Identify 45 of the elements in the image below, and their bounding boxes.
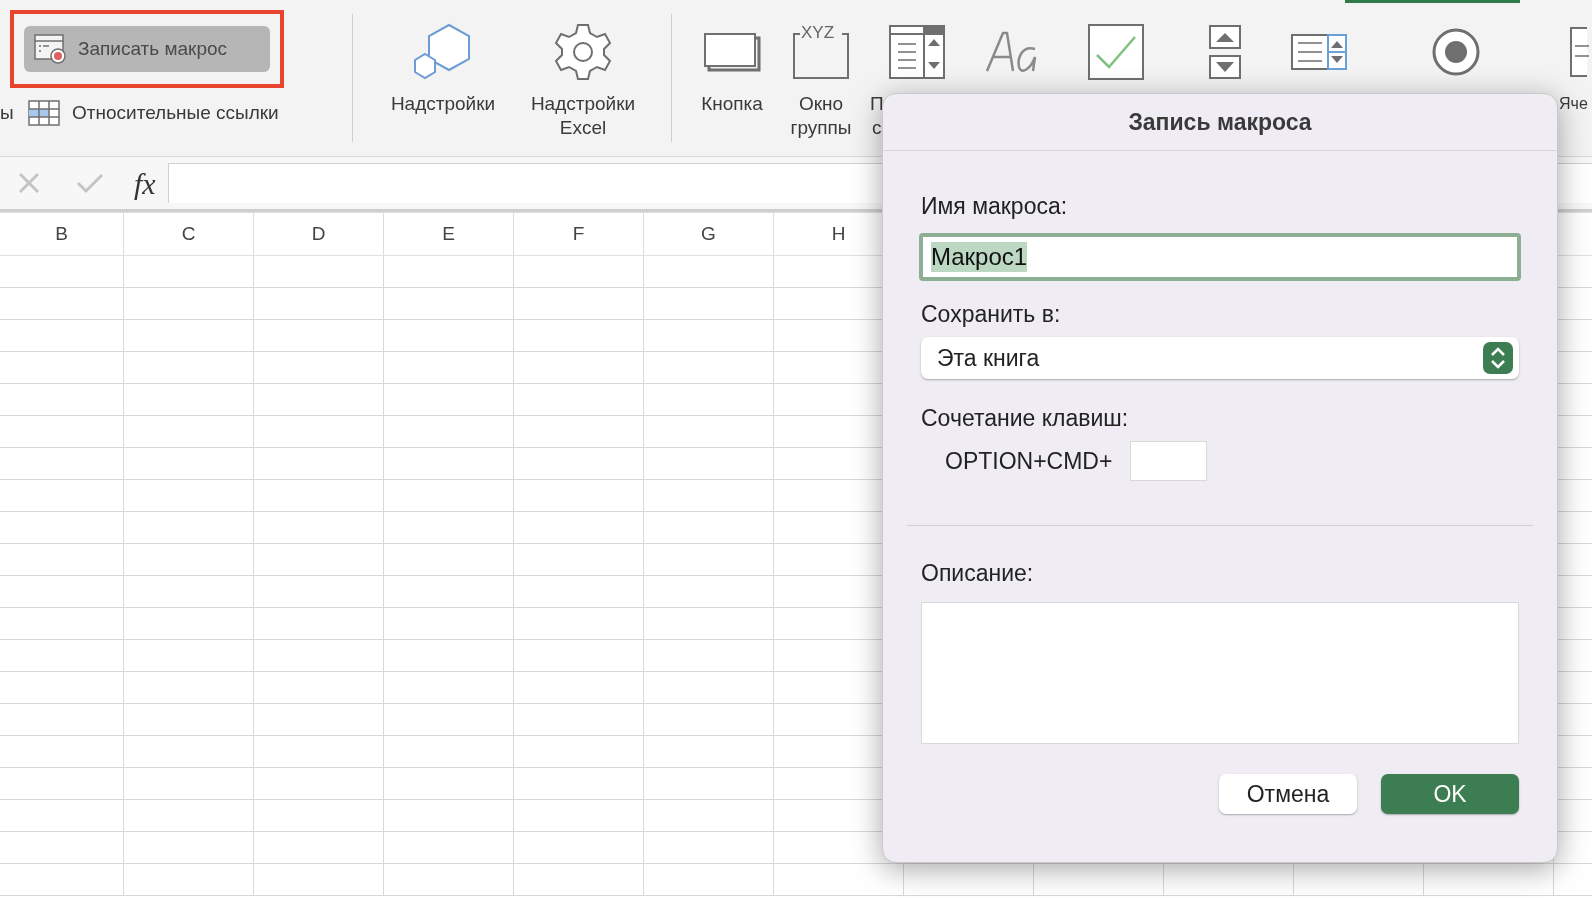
relative-references-button[interactable]: Относительные ссылки xyxy=(28,98,279,128)
button-shape-icon xyxy=(703,32,761,72)
combo-list-icon xyxy=(1290,33,1348,71)
add-ins-button[interactable]: Надстройки xyxy=(378,22,508,116)
radio-button-icon xyxy=(1431,27,1481,77)
field-label: Сохранить в: xyxy=(921,300,1062,327)
control-label: Яче xyxy=(1559,94,1588,114)
record-macro-button[interactable]: Записать макрос xyxy=(24,26,270,72)
column-header[interactable]: F xyxy=(572,219,585,249)
shortcut-key-field[interactable] xyxy=(1130,441,1208,481)
column-header[interactable]: B xyxy=(55,219,68,249)
table-grid-icon xyxy=(28,100,60,126)
checkbox-icon xyxy=(1087,23,1145,81)
control-label: Кнопка xyxy=(701,92,763,116)
ok-button[interactable]: OK xyxy=(1381,774,1519,814)
control-label: Окно xyxy=(798,92,844,116)
field-label: Сочетание клавиш: xyxy=(921,404,1130,431)
gear-icon xyxy=(553,22,613,82)
record-sheet-icon xyxy=(34,34,68,64)
frame-icon-text: XYZ xyxy=(801,24,835,42)
hexagons-icon xyxy=(413,23,473,81)
column-header[interactable]: E xyxy=(442,219,455,249)
cancel-button[interactable]: Отмена xyxy=(1219,774,1357,814)
column-header[interactable]: D xyxy=(311,219,326,249)
control-label: с xyxy=(872,116,882,140)
store-in-dropdown[interactable]: Эта книга xyxy=(921,337,1519,379)
dialog-title: Запись макроса xyxy=(1128,107,1312,137)
control-label: П xyxy=(870,92,884,116)
shortcut-prefix: OPTION+CMD+ xyxy=(945,446,1113,476)
checkmark-icon[interactable] xyxy=(76,172,104,194)
column-header[interactable]: C xyxy=(181,219,196,249)
description-field[interactable] xyxy=(921,602,1519,744)
column-header[interactable]: G xyxy=(701,219,716,249)
list-box-icon xyxy=(888,24,946,80)
spin-arrows-icon xyxy=(1208,24,1242,80)
macro-name-field[interactable]: Макрос1 xyxy=(919,233,1521,281)
cut-ribbon-label: ы xyxy=(0,100,15,125)
field-label: Имя макроса: xyxy=(921,192,1069,219)
close-icon[interactable] xyxy=(18,172,40,194)
column-header[interactable]: H xyxy=(831,219,846,249)
control-label: группы xyxy=(790,116,852,140)
function-button[interactable]: fx xyxy=(134,160,156,206)
field-label: Описание: xyxy=(921,559,1035,586)
updown-chevron-icon xyxy=(1483,342,1513,374)
add-ins-button[interactable]: Надстройки Excel xyxy=(518,22,648,140)
